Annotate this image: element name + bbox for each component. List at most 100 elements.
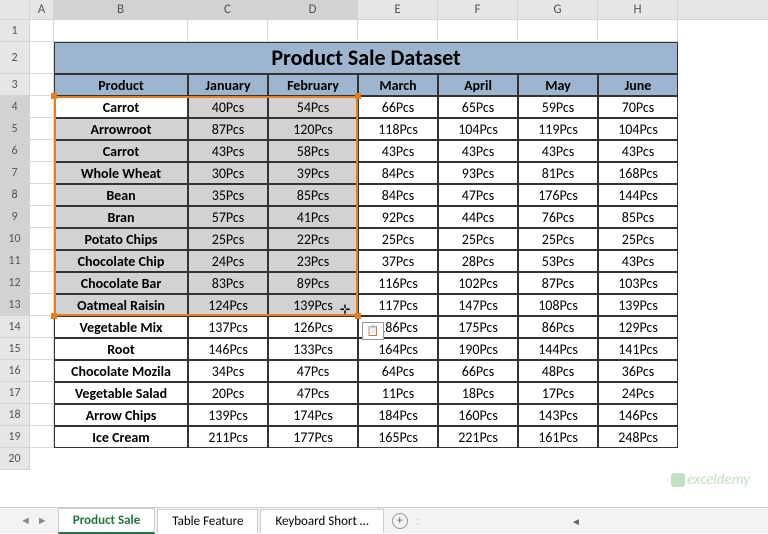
value-cell[interactable]: 66Pcs	[358, 96, 438, 118]
value-cell[interactable]: 30Pcs	[188, 162, 268, 184]
value-cell[interactable]: 20Pcs	[188, 382, 268, 404]
col-E[interactable]: E	[358, 0, 438, 19]
value-cell[interactable]: 184Pcs	[358, 404, 438, 426]
product-cell[interactable]: Arrow Chips	[54, 404, 188, 426]
value-cell[interactable]: 48Pcs	[518, 360, 598, 382]
value-cell[interactable]: 144Pcs	[598, 184, 678, 206]
row-20[interactable]: 20	[0, 448, 30, 470]
header-february[interactable]: February	[268, 74, 358, 96]
col-F[interactable]: F	[438, 0, 518, 19]
value-cell[interactable]: 84Pcs	[358, 162, 438, 184]
value-cell[interactable]: 139Pcs	[188, 404, 268, 426]
tab-table-feature[interactable]: Table Feature	[157, 509, 258, 533]
value-cell[interactable]: 139Pcs	[598, 294, 678, 316]
value-cell[interactable]: 57Pcs	[188, 206, 268, 228]
select-all[interactable]	[0, 0, 30, 19]
col-H[interactable]: H	[598, 0, 678, 19]
value-cell[interactable]: 211Pcs	[188, 426, 268, 448]
value-cell[interactable]: 85Pcs	[268, 184, 358, 206]
value-cell[interactable]: 92Pcs	[358, 206, 438, 228]
value-cell[interactable]: 129Pcs	[598, 316, 678, 338]
value-cell[interactable]: 164Pcs	[358, 338, 438, 360]
product-cell[interactable]: Chocolate Chip	[54, 250, 188, 272]
product-cell[interactable]: Whole Wheat	[54, 162, 188, 184]
value-cell[interactable]: 65Pcs	[438, 96, 518, 118]
row-11[interactable]: 11	[0, 250, 30, 272]
header-april[interactable]: April	[438, 74, 518, 96]
value-cell[interactable]: 39Pcs	[268, 162, 358, 184]
value-cell[interactable]: 133Pcs	[268, 338, 358, 360]
value-cell[interactable]: 24Pcs	[598, 382, 678, 404]
value-cell[interactable]: 89Pcs	[268, 272, 358, 294]
value-cell[interactable]: 141Pcs	[598, 338, 678, 360]
value-cell[interactable]: 93Pcs	[438, 162, 518, 184]
value-cell[interactable]: 103Pcs	[598, 272, 678, 294]
value-cell[interactable]: 175Pcs	[438, 316, 518, 338]
value-cell[interactable]: 11Pcs	[358, 382, 438, 404]
header-june[interactable]: June	[598, 74, 678, 96]
value-cell[interactable]: 221Pcs	[438, 426, 518, 448]
header-march[interactable]: March	[358, 74, 438, 96]
tab-prev-icon[interactable]: ◄	[20, 514, 31, 527]
value-cell[interactable]: 18Pcs	[438, 382, 518, 404]
row-4[interactable]: 4	[0, 96, 30, 118]
product-cell[interactable]: Oatmeal Raisin	[54, 294, 188, 316]
value-cell[interactable]: 248Pcs	[598, 426, 678, 448]
row-8[interactable]: 8	[0, 184, 30, 206]
header-product[interactable]: Product	[54, 74, 188, 96]
product-cell[interactable]: Bean	[54, 184, 188, 206]
add-sheet-button[interactable]: +	[392, 513, 408, 529]
value-cell[interactable]: 76Pcs	[518, 206, 598, 228]
row-13[interactable]: 13	[0, 294, 30, 316]
value-cell[interactable]: 43Pcs	[358, 140, 438, 162]
value-cell[interactable]: 190Pcs	[438, 338, 518, 360]
value-cell[interactable]: 47Pcs	[268, 382, 358, 404]
product-cell[interactable]: Chocolate Mozila	[54, 360, 188, 382]
value-cell[interactable]: 25Pcs	[438, 228, 518, 250]
row-18[interactable]: 18	[0, 404, 30, 426]
value-cell[interactable]: 81Pcs	[518, 162, 598, 184]
value-cell[interactable]: 25Pcs	[358, 228, 438, 250]
value-cell[interactable]: 85Pcs	[598, 206, 678, 228]
product-cell[interactable]: Bran	[54, 206, 188, 228]
value-cell[interactable]: 143Pcs	[518, 404, 598, 426]
value-cell[interactable]: 165Pcs	[358, 426, 438, 448]
value-cell[interactable]: 84Pcs	[358, 184, 438, 206]
header-january[interactable]: January	[188, 74, 268, 96]
value-cell[interactable]: 146Pcs	[598, 404, 678, 426]
value-cell[interactable]: 36Pcs	[598, 360, 678, 382]
row-17[interactable]: 17	[0, 382, 30, 404]
value-cell[interactable]: 137Pcs	[188, 316, 268, 338]
value-cell[interactable]: 25Pcs	[518, 228, 598, 250]
product-cell[interactable]: Carrot	[54, 96, 188, 118]
value-cell[interactable]: 58Pcs	[268, 140, 358, 162]
value-cell[interactable]: 17Pcs	[518, 382, 598, 404]
row-14[interactable]: 14	[0, 316, 30, 338]
value-cell[interactable]: 28Pcs	[438, 250, 518, 272]
value-cell[interactable]: 161Pcs	[518, 426, 598, 448]
value-cell[interactable]: 104Pcs	[598, 118, 678, 140]
value-cell[interactable]: 176Pcs	[518, 184, 598, 206]
value-cell[interactable]: 53Pcs	[518, 250, 598, 272]
value-cell[interactable]: 22Pcs	[268, 228, 358, 250]
dataset-title[interactable]: Product Sale Dataset	[54, 42, 678, 74]
value-cell[interactable]: 102Pcs	[438, 272, 518, 294]
value-cell[interactable]: 160Pcs	[438, 404, 518, 426]
value-cell[interactable]: 40Pcs	[188, 96, 268, 118]
tab-keyboard-short[interactable]: Keyboard Short …	[260, 509, 383, 533]
value-cell[interactable]: 117Pcs	[358, 294, 438, 316]
row-5[interactable]: 5	[0, 118, 30, 140]
value-cell[interactable]: 119Pcs	[518, 118, 598, 140]
row-6[interactable]: 6	[0, 140, 30, 162]
row-19[interactable]: 19	[0, 426, 30, 448]
row-1[interactable]: 1	[0, 20, 30, 42]
value-cell[interactable]: 87Pcs	[188, 118, 268, 140]
value-cell[interactable]: 37Pcs	[358, 250, 438, 272]
value-cell[interactable]: 34Pcs	[188, 360, 268, 382]
value-cell[interactable]: 43Pcs	[598, 140, 678, 162]
row-9[interactable]: 9	[0, 206, 30, 228]
product-cell[interactable]: Ice Cream	[54, 426, 188, 448]
product-cell[interactable]: Vegetable Mix	[54, 316, 188, 338]
value-cell[interactable]: 25Pcs	[598, 228, 678, 250]
value-cell[interactable]: 126Pcs	[268, 316, 358, 338]
